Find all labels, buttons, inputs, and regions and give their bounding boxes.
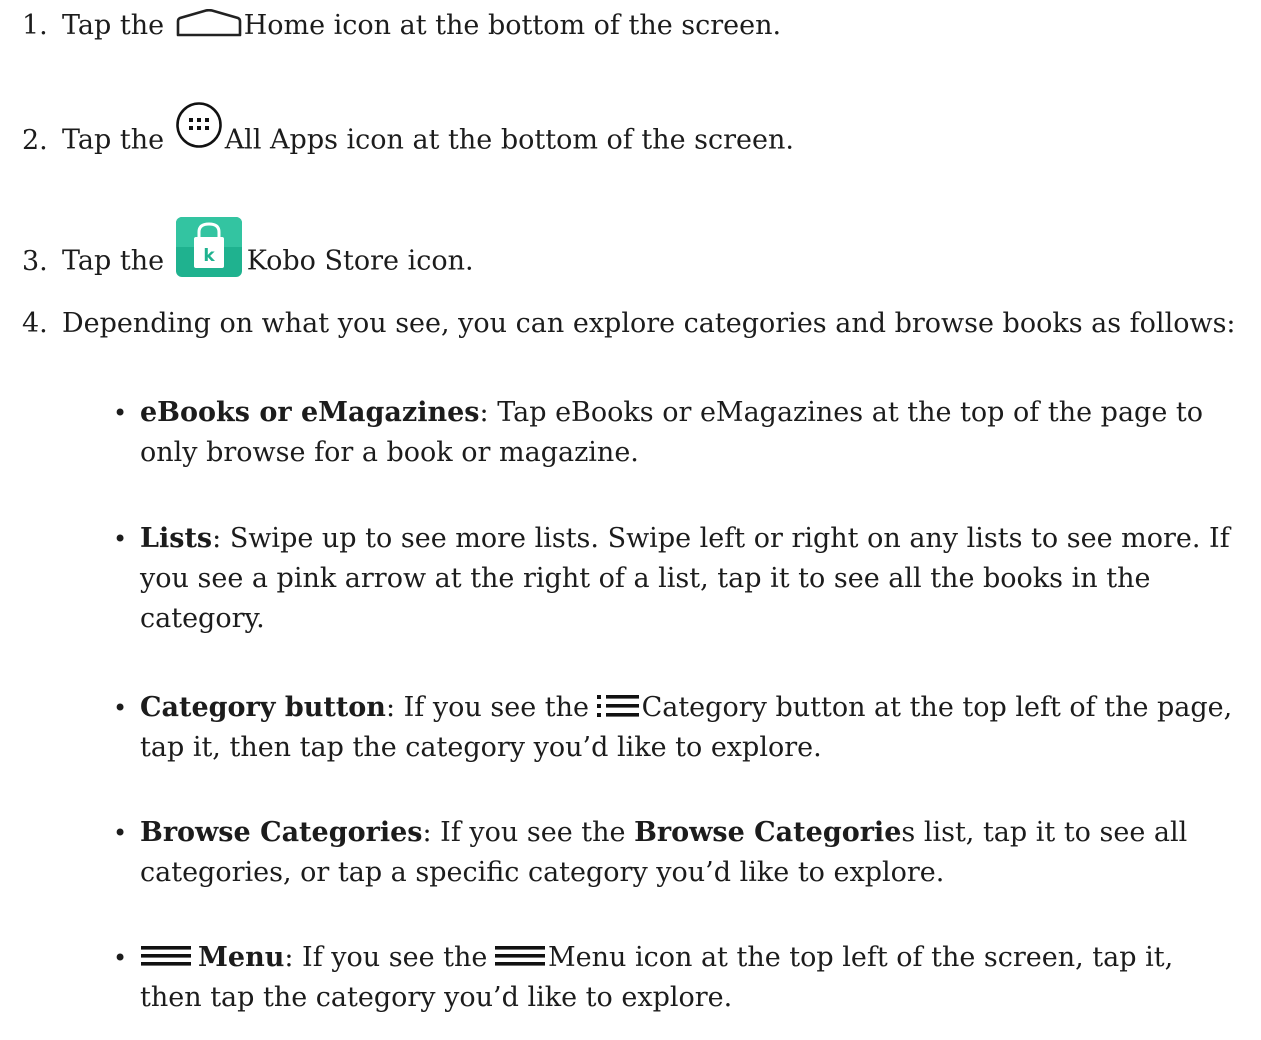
all-apps-icon <box>175 101 223 149</box>
bullet-text: Swipe up to see more lists. Swipe left o… <box>140 523 1230 634</box>
category-list-icon <box>596 694 640 718</box>
bullet-body: Menu: If you see the Menu icon at the to… <box>140 942 1174 1013</box>
step-2: 2. Tap the All Apps icon at the bottom of… <box>22 102 794 165</box>
step-text: Depending on what you see, you can explo… <box>62 308 1236 339</box>
step-1: 1. Tap the Home icon at the bottom of the… <box>22 6 781 46</box>
step-text-after: All Apps icon at the bottom of the scree… <box>224 124 794 156</box>
bullet-lists: • Lists: Swipe up to see more lists. Swi… <box>113 519 1233 639</box>
bullet-dot: • <box>113 399 128 427</box>
step-text-after: Kobo Store icon. <box>246 245 474 277</box>
step-number: 4. <box>22 308 48 339</box>
bullet-term: eBooks or eMagazines <box>140 397 480 428</box>
step-text-before: Tap the <box>62 10 165 41</box>
bullet-body: eBooks or eMagazines: Tap eBooks or eMag… <box>140 397 1203 468</box>
menu-icon <box>140 945 192 967</box>
step-3: 3. Tap the k Kobo Store icon. <box>22 217 474 293</box>
kobo-store-icon: k <box>175 216 243 278</box>
bullet-inline-bold: Browse Categorie <box>634 817 902 848</box>
help-document: 1. Tap the Home icon at the bottom of the… <box>0 0 1261 1040</box>
kobo-icon-letter: k <box>203 246 215 266</box>
bullet-term: Category button <box>140 692 386 723</box>
step-4: 4. Depending on what you see, you can exp… <box>22 304 1236 344</box>
step-number: 3. <box>22 245 48 277</box>
bullet-text-before: If you see the <box>403 692 589 723</box>
bullet-body: Browse Categories: If you see the Browse… <box>140 817 1188 888</box>
step-text-before: Tap the <box>62 245 165 277</box>
bullet-term: Browse Categories <box>140 817 423 848</box>
menu-icon <box>494 945 546 967</box>
bullet-term: Lists <box>140 523 213 554</box>
bullet-browse-categories: • Browse Categories: If you see the Brow… <box>113 813 1233 893</box>
bullet-body: Category button: If you see the Category… <box>140 692 1233 763</box>
step-number: 1. <box>22 10 48 41</box>
step-number: 2. <box>22 124 48 156</box>
step-text-after: Home icon at the bottom of the screen. <box>243 10 782 41</box>
home-icon <box>176 8 242 37</box>
bullet-ebooks-emagazines: • eBooks or eMagazines: Tap eBooks or eM… <box>113 393 1233 473</box>
bullet-body: Lists: Swipe up to see more lists. Swipe… <box>140 523 1230 634</box>
bullet-text-before: If you see the <box>440 817 626 848</box>
bullet-category-button: • Category button: If you see the Catego… <box>113 688 1233 768</box>
bullet-text-after: Menu icon at the top left of the screen,… <box>140 942 1174 1013</box>
step-text-before: Tap the <box>62 124 165 156</box>
bullet-dot: • <box>113 694 128 722</box>
bullet-menu: • Menu: If you see the Menu icon at the … <box>113 938 1233 1018</box>
bullet-dot: • <box>113 944 128 972</box>
bullet-text-before: If you see the <box>302 942 488 973</box>
bullet-dot: • <box>113 525 128 553</box>
bullet-dot: • <box>113 819 128 847</box>
bullet-term: Menu <box>198 942 285 973</box>
